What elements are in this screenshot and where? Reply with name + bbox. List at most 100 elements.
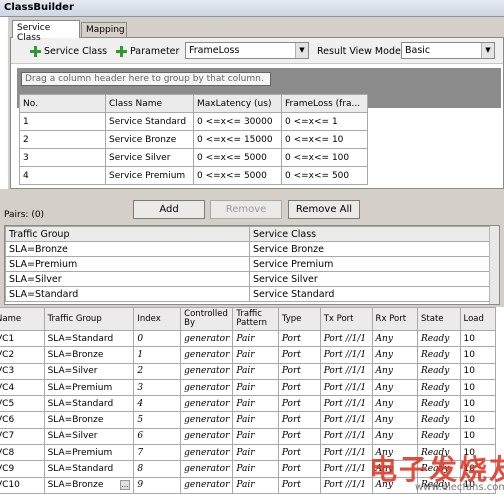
table-cell[interactable]: Any bbox=[371, 411, 419, 429]
add-service-class-button[interactable]: Service Class bbox=[29, 43, 107, 59]
table-cell[interactable]: Pair bbox=[232, 476, 279, 494]
table-cell[interactable]: 2 bbox=[133, 362, 182, 380]
table-cell[interactable]: SLA=Standard bbox=[43, 395, 135, 413]
table-cell[interactable]: generator bbox=[180, 362, 234, 380]
table-cell[interactable]: Port bbox=[277, 395, 321, 413]
table-row[interactable]: VC6 SLA=Bronze 5 generator Pair Port Port //1/… bbox=[0, 411, 497, 429]
table-cell[interactable]: 8 bbox=[133, 460, 182, 478]
table-cell[interactable]: Port //1/1 bbox=[319, 411, 373, 429]
table-cell[interactable]: 10 bbox=[459, 411, 497, 429]
table-cell[interactable]: generator bbox=[180, 395, 234, 413]
column-header[interactable]: FrameLoss (fra... bbox=[281, 94, 368, 113]
table-cell[interactable]: generator bbox=[180, 460, 234, 478]
table-cell[interactable]: 10 bbox=[459, 395, 497, 413]
table-cell[interactable]: SLA=Silver bbox=[5, 271, 250, 287]
table-cell[interactable]: 0 <=x<= 1 bbox=[281, 112, 368, 131]
table-cell[interactable]: 10 bbox=[459, 346, 497, 364]
table-cell[interactable]: Port bbox=[277, 444, 321, 462]
table-row[interactable]: VC5 SLA=Standard 4 generator Pair Port Port //… bbox=[0, 395, 497, 413]
table-cell[interactable]: 1 bbox=[133, 346, 182, 364]
table-row[interactable]: SLA=Bronze Service Bronze bbox=[5, 241, 490, 257]
table-cell[interactable]: Ready bbox=[417, 395, 461, 413]
table-cell[interactable]: 0 <=x<= 100 bbox=[281, 148, 368, 167]
table-cell[interactable]: Pair bbox=[232, 444, 279, 462]
table-cell[interactable]: SLA=Standard bbox=[43, 329, 135, 348]
column-header[interactable]: Load bbox=[459, 307, 497, 331]
column-header[interactable]: Traffic Group bbox=[43, 307, 135, 331]
table-cell[interactable]: Port //1/1 bbox=[319, 362, 373, 380]
table-cell[interactable]: 1 bbox=[19, 112, 106, 131]
vertical-scrollbar[interactable] bbox=[489, 226, 499, 304]
table-row[interactable]: SLA=Standard Service Standard bbox=[5, 286, 490, 302]
table-row[interactable]: VC1 SLA=Standard 0 generator Pair Port Port //… bbox=[0, 329, 497, 348]
column-header[interactable]: Traffic Pattern bbox=[232, 307, 279, 331]
table-cell[interactable]: Port //1/1 bbox=[319, 346, 373, 364]
table-row[interactable]: VC3 SLA=Silver 2 generator Pair Port Port //1/… bbox=[0, 362, 497, 380]
table-cell[interactable]: Any bbox=[371, 346, 419, 364]
table-cell[interactable]: Service Premium bbox=[105, 166, 194, 185]
table-cell[interactable]: SLA=Silver bbox=[43, 427, 135, 446]
table-cell[interactable]: generator bbox=[180, 411, 234, 429]
table-row[interactable]: VC2 SLA=Bronze 1 generator Pair Port Port //1/… bbox=[0, 346, 497, 364]
table-cell[interactable]: SLA=Bronze bbox=[5, 241, 250, 257]
table-cell[interactable]: Service Bronze bbox=[105, 130, 194, 149]
table-row[interactable]: VC7 SLA=Silver 6 generator Pair Port Port //1/… bbox=[0, 427, 497, 446]
table-cell[interactable]: Port bbox=[277, 378, 321, 397]
table-cell[interactable]: Service Standard bbox=[105, 112, 194, 131]
remove-all-button[interactable]: Remove All bbox=[288, 200, 360, 219]
table-cell[interactable]: Port //1/1 bbox=[319, 378, 373, 397]
table-row[interactable]: 4 Service Premium 0 <=x<= 5000 0 <=x<= 5… bbox=[19, 166, 368, 185]
table-cell[interactable]: 3 bbox=[133, 378, 182, 397]
table-cell[interactable]: 2 bbox=[19, 130, 106, 149]
table-cell[interactable]: Ready bbox=[417, 329, 461, 348]
table-cell[interactable]: generator bbox=[180, 444, 234, 462]
table-cell[interactable]: Port bbox=[277, 427, 321, 446]
tab-mapping[interactable]: Mapping bbox=[81, 22, 127, 38]
table-cell[interactable]: VC9 bbox=[0, 460, 45, 478]
table-cell[interactable]: VC3 bbox=[0, 362, 45, 380]
table-row[interactable]: SLA=Premium Service Premium bbox=[5, 256, 490, 272]
table-cell[interactable]: 9 bbox=[133, 476, 182, 494]
table-cell[interactable]: Service Silver bbox=[105, 148, 194, 167]
table-cell[interactable]: 10 bbox=[459, 362, 497, 380]
table-cell[interactable]: 4 bbox=[133, 395, 182, 413]
table-cell[interactable]: generator bbox=[180, 346, 234, 364]
column-header[interactable]: Service Class bbox=[249, 226, 490, 242]
ellipsis-button[interactable]: ... bbox=[119, 480, 131, 491]
table-cell[interactable]: Any bbox=[371, 362, 419, 380]
table-cell[interactable]: Pair bbox=[232, 378, 279, 397]
table-cell[interactable]: 0 <=x<= 10 bbox=[281, 130, 368, 149]
table-cell[interactable]: 0 bbox=[133, 329, 182, 348]
table-cell[interactable]: Ready bbox=[417, 427, 461, 446]
table-cell[interactable]: 10 bbox=[459, 329, 497, 348]
table-row[interactable]: VC4 SLA=Premium 3 generator Pair Port Port //1… bbox=[0, 378, 497, 397]
remove-button[interactable]: Remove bbox=[210, 200, 282, 219]
table-cell[interactable]: 0 <=x<= 15000 bbox=[193, 130, 282, 149]
column-header[interactable]: Controlled By bbox=[180, 307, 234, 331]
table-cell[interactable]: Port bbox=[277, 346, 321, 364]
table-cell[interactable]: Pair bbox=[232, 395, 279, 413]
table-cell[interactable]: SLA=Silver bbox=[43, 362, 135, 380]
table-cell[interactable]: SLA=Premium bbox=[43, 378, 135, 397]
table-cell[interactable]: 4 bbox=[19, 166, 106, 185]
table-row[interactable]: SLA=Silver Service Silver bbox=[5, 271, 490, 287]
add-parameter-button[interactable]: Parameter bbox=[115, 43, 179, 59]
table-cell[interactable]: SLA=Bronze bbox=[43, 411, 135, 429]
column-header[interactable]: Index bbox=[133, 307, 182, 331]
table-cell[interactable]: Service Bronze bbox=[249, 241, 490, 257]
table-cell[interactable]: generator bbox=[180, 378, 234, 397]
table-cell[interactable]: 10 bbox=[459, 427, 497, 446]
column-header[interactable]: Class Name bbox=[105, 94, 194, 113]
table-cell[interactable]: Ready bbox=[417, 378, 461, 397]
tab-service-class[interactable]: Service Class bbox=[12, 20, 80, 43]
table-cell[interactable]: Port //1/1 bbox=[319, 395, 373, 413]
add-button[interactable]: Add bbox=[133, 200, 205, 219]
column-header[interactable]: MaxLatency (us) bbox=[193, 94, 282, 113]
table-cell[interactable]: Pair bbox=[232, 460, 279, 478]
table-cell[interactable]: 0 <=x<= 500 bbox=[281, 166, 368, 185]
table-cell[interactable]: VC7 bbox=[0, 427, 45, 446]
table-cell[interactable]: Any bbox=[371, 395, 419, 413]
table-cell[interactable]: 5 bbox=[133, 411, 182, 429]
table-cell[interactable]: Any bbox=[371, 378, 419, 397]
column-header[interactable]: No. bbox=[19, 94, 106, 113]
